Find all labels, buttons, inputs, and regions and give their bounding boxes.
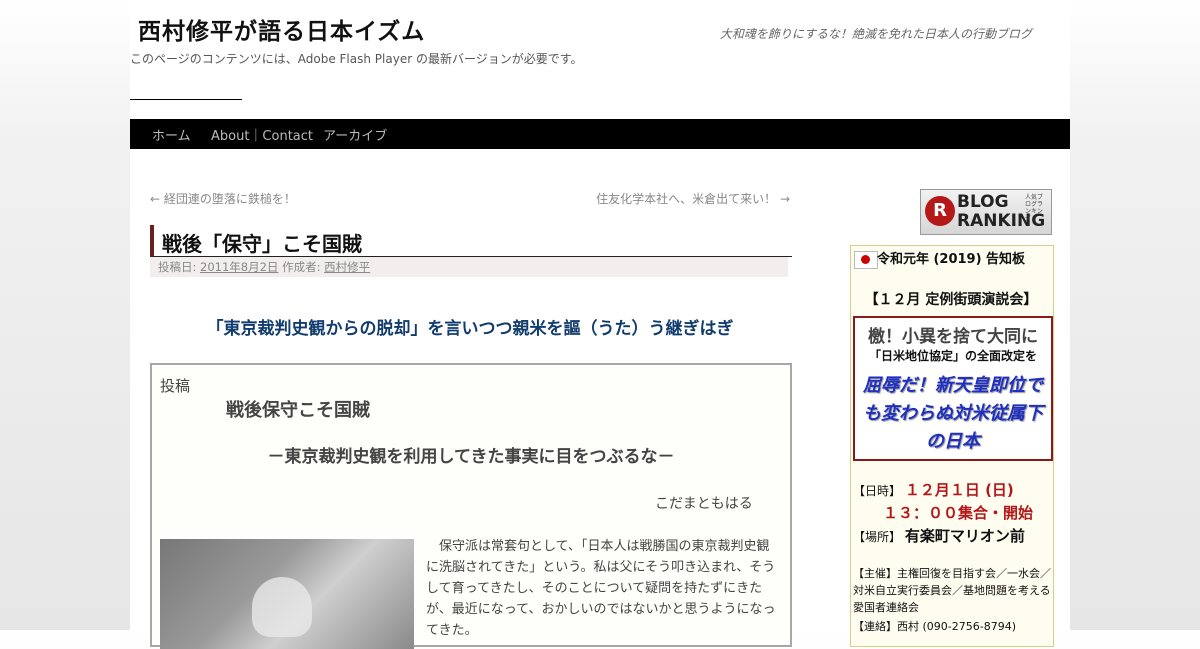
flash-player-notice: このページのコンテンツには、Adobe Flash Player の最新バージョ… <box>130 52 583 66</box>
notice-board: 令和元年 (2019) 告知板 【１２月 定例街頭演説会】 檄！小異を捨て大同に… <box>850 245 1054 647</box>
date-label: 【日時】 <box>853 484 902 498</box>
page-container: 西村修平が語る日本イズム 大和魂を飾りにするな！絶滅を免れた日本人の行動ブログ … <box>130 0 1070 649</box>
body-line: が、最近になって、おかしいのではないかと思うようになっ <box>426 602 776 617</box>
author-label: 作成者: <box>282 260 321 274</box>
body-line: 保守派は常套句として、「日本人は戦勝国の東京裁判史観 <box>426 539 770 554</box>
post-meta: 投稿日: 2011年8月2日 作成者: 西村修平 <box>150 257 788 277</box>
body-line: に洗脳されてきた」という。私は父にそう叩き込まれ、そう <box>426 560 776 575</box>
next-post-link[interactable]: 住友化学本社へ、米倉出て来い！ → <box>596 190 790 207</box>
nav-item-home[interactable]: ホーム <box>152 125 191 144</box>
previous-post-link[interactable]: ← 経団連の堕落に鉄槌を！ <box>150 190 296 207</box>
slogan-main: 檄！小異を捨て大同に <box>868 327 1038 347</box>
post-title: 戦後「保守」こそ国賊 <box>162 232 362 256</box>
photo-figure <box>252 577 312 637</box>
ranking-small-text: 人気ブログランキング <box>1025 194 1044 222</box>
ranking-logo-icon: R <box>925 196 955 226</box>
article-photo <box>160 539 414 649</box>
body-line: てきた。 <box>426 623 478 638</box>
event-time-row: １３：００集合・開始 <box>883 502 1033 523</box>
site-title[interactable]: 西村修平が語る日本イズム <box>138 12 425 46</box>
article-author: こだまともはる <box>655 496 753 512</box>
event-date-row: 【日時】 １２月１日 (日) <box>853 479 1014 500</box>
notice-title: 令和元年 (2019) 告知板 <box>876 252 1026 267</box>
event-place-row: 【場所】 有楽町マリオン前 <box>853 525 1025 546</box>
post-headline: 「東京裁判史観からの脱却」を言いつつ親米を謳（うた）う継ぎはぎ <box>206 319 734 339</box>
blog-ranking-banner[interactable]: R BLOG RANKING 人気ブログランキング <box>920 189 1052 235</box>
contribution-label: 投稿 <box>160 377 191 395</box>
site-description: 大和魂を飾りにするな！絶滅を免れた日本人の行動ブログ <box>719 27 1032 41</box>
article-subtitle: －東京裁判史観を利用してきた事実に目をつぶるな－ <box>267 447 675 467</box>
event-organizer: 【主催】主権回復を目指す会／一水会／対米自立実行委員会／基地問題を考える愛国者連… <box>853 567 1051 614</box>
notice-event-title: 【１２月 定例街頭演説会】 <box>864 292 1038 308</box>
body-line: して育ってきたし、そのことについて疑問を持たずにきた <box>426 581 763 596</box>
slogan-sub: 「日米地位協定」の全面改定を <box>868 349 1037 363</box>
slogan-box: 檄！小異を捨て大同に 「日米地位協定」の全面改定を 屈辱だ！新天皇即位でも変わら… <box>853 316 1053 461</box>
time-value: １３：００集合・開始 <box>883 504 1034 522</box>
header-divider <box>130 99 242 100</box>
posted-label: 投稿日: <box>158 260 197 274</box>
post-title-bar: 戦後「保守」こそ国賊 <box>150 225 792 257</box>
post-date-link[interactable]: 2011年8月2日 <box>200 260 278 274</box>
place-label: 【場所】 <box>853 530 902 544</box>
date-value: １２月１日 (日) <box>904 481 1014 499</box>
article-body: 保守派は常套句として、「日本人は戦勝国の東京裁判史観 に洗脳されてきた」という。… <box>426 536 778 641</box>
post-author-link[interactable]: 西村修平 <box>324 260 370 274</box>
slogan-italic: 屈辱だ！新天皇即位でも変わらぬ対米従属下の日本 <box>863 375 1043 452</box>
article-title: 戦後保守こそ国賊 <box>226 400 370 421</box>
nav-item-archive[interactable]: アーカイブ <box>323 125 387 144</box>
main-navigation: ホーム About｜Contact アーカイブ <box>130 119 1070 149</box>
ranking-line1: BLOG <box>957 192 1009 212</box>
nav-item-about-contact[interactable]: About｜Contact <box>211 125 313 144</box>
place-value: 有楽町マリオン前 <box>904 527 1025 545</box>
contribution-box: 投稿 戦後保守こそ国賊 －東京裁判史観を利用してきた事実に目をつぶるな－ こだま… <box>150 363 792 649</box>
event-contact: 【連絡】西村 (090-2756-8794) <box>853 620 1017 633</box>
